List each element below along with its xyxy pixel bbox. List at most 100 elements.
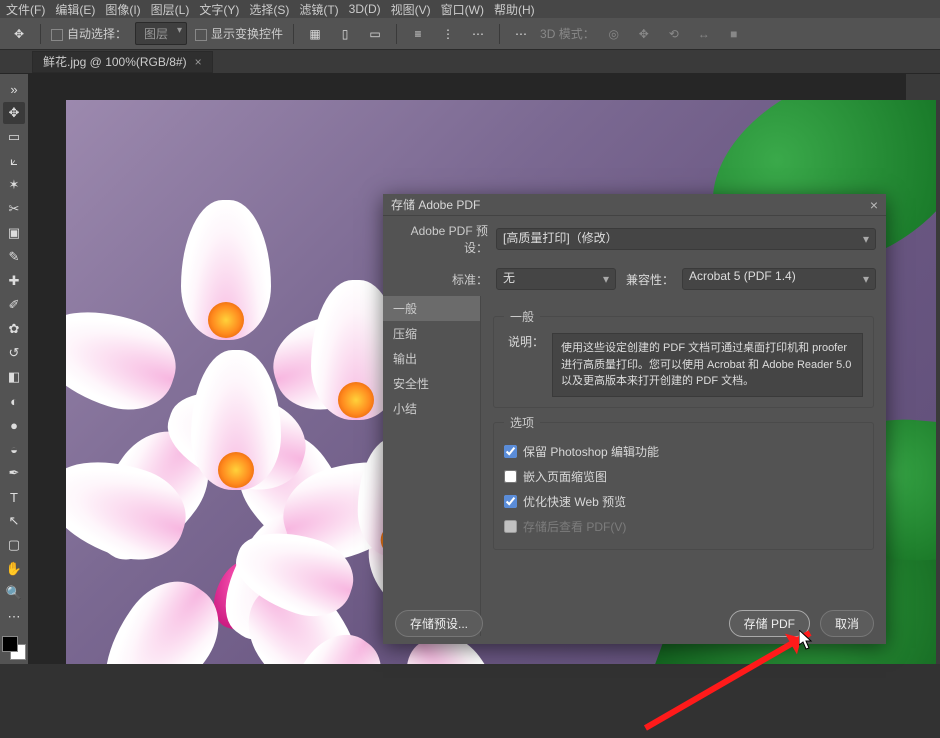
menu-image[interactable]: 图像(I) [105, 1, 140, 18]
sidenav-security[interactable]: 安全性 [383, 371, 480, 396]
dialog-titlebar[interactable]: 存储 Adobe PDF × [383, 194, 886, 216]
menu-layer[interactable]: 图层(L) [151, 1, 190, 18]
standard-select[interactable]: 无 [496, 268, 616, 290]
dialog-sidenav: 一般 压缩 输出 安全性 小结 [383, 296, 481, 636]
preset-select[interactable]: [高质量打印]（修改） [496, 228, 876, 250]
opt-fast-web[interactable]: 优化快速 Web 预览 [504, 489, 863, 514]
tool-gradient-icon[interactable]: ◐ [3, 390, 25, 412]
menu-file[interactable]: 文件(F) [6, 1, 45, 18]
cancel-button[interactable]: 取消 [820, 610, 874, 637]
close-icon[interactable]: × [870, 197, 878, 213]
tool-eyedropper-icon[interactable]: ✎ [3, 246, 25, 268]
compat-select[interactable]: Acrobat 5 (PDF 1.4) [682, 268, 876, 290]
standard-compat-row: 标准： 无 兼容性： Acrobat 5 (PDF 1.4) [383, 262, 886, 296]
foreground-color-swatch[interactable] [2, 636, 18, 652]
standard-label: 标准： [393, 271, 488, 288]
tool-shape-icon[interactable]: ▢ [3, 534, 25, 556]
tool-heal-icon[interactable]: ✚ [3, 270, 25, 292]
save-adobe-pdf-dialog: 存储 Adobe PDF × Adobe PDF 预设： [高质量打印]（修改）… [383, 194, 886, 644]
dialog-title: 存储 Adobe PDF [391, 196, 480, 213]
align-icon[interactable]: ▭ [364, 23, 386, 45]
opt-embed-thumbnails-checkbox[interactable] [504, 470, 517, 483]
show-transform-check[interactable]: 显示变换控件 [195, 25, 283, 42]
tool-crop-icon[interactable]: ✂ [3, 198, 25, 220]
slide-icon[interactable]: ↔ [693, 23, 715, 45]
align-icon[interactable]: ▦ [304, 23, 326, 45]
general-group: 一般 说明： 使用这些设定创建的 PDF 文档可通过桌面打印机和 proofer… [493, 308, 874, 408]
opt-embed-thumbnails-label: 嵌入页面缩览图 [523, 468, 607, 485]
preset-row: Adobe PDF 预设： [高质量打印]（修改） [383, 216, 886, 262]
sidenav-compression[interactable]: 压缩 [383, 321, 480, 346]
auto-select-target[interactable]: 图层 [135, 22, 187, 45]
menu-3d[interactable]: 3D(D) [349, 2, 381, 16]
tool-brush-icon[interactable]: ✐ [3, 294, 25, 316]
save-preset-button[interactable]: 存储预设... [395, 610, 483, 637]
separator [293, 24, 294, 44]
opt-embed-thumbnails[interactable]: 嵌入页面缩览图 [504, 464, 863, 489]
auto-select-label: 自动选择： [67, 27, 127, 41]
menu-filter[interactable]: 滤镜(T) [299, 1, 338, 18]
sidenav-general[interactable]: 一般 [383, 296, 480, 321]
menu-edit[interactable]: 编辑(E) [55, 1, 95, 18]
tool-type-icon[interactable]: T [3, 486, 25, 508]
menubar: 文件(F) 编辑(E) 图像(I) 图层(L) 文字(Y) 选择(S) 滤镜(T… [0, 0, 940, 18]
menu-select[interactable]: 选择(S) [249, 1, 289, 18]
tool-stamp-icon[interactable]: ✿ [3, 318, 25, 340]
camera-icon[interactable]: ■ [723, 23, 745, 45]
tool-editbar-icon[interactable]: ⋯ [3, 606, 25, 628]
tool-blur-icon[interactable]: ● [3, 414, 25, 436]
color-swatches[interactable] [2, 636, 26, 660]
tool-history-icon[interactable]: ↺ [3, 342, 25, 364]
tool-eraser-icon[interactable]: ◧ [3, 366, 25, 388]
menu-window[interactable]: 窗口(W) [441, 1, 484, 18]
description-label: 说明： [504, 333, 544, 397]
menu-help[interactable]: 帮助(H) [494, 1, 535, 18]
mode3d-label: 3D 模式： [540, 25, 595, 42]
preset-label: Adobe PDF 预设： [393, 222, 488, 256]
sidenav-output[interactable]: 输出 [383, 346, 480, 371]
tool-marquee-icon[interactable]: ▭ [3, 126, 25, 148]
show-transform-label: 显示变换控件 [211, 27, 283, 41]
dolly-icon[interactable]: ⟲ [663, 23, 685, 45]
close-tab-icon[interactable]: × [195, 55, 202, 69]
distribute-icon[interactable]: ≡ [407, 23, 429, 45]
mouse-cursor-icon [799, 630, 813, 650]
align-icon[interactable]: ▯ [334, 23, 356, 45]
tool-frame-icon[interactable]: ▣ [3, 222, 25, 244]
menu-type[interactable]: 文字(Y) [199, 1, 239, 18]
general-heading: 一般 [504, 308, 540, 325]
distribute-icon[interactable]: ⋯ [467, 23, 489, 45]
separator [396, 24, 397, 44]
tool-zoom-icon[interactable]: 🔍 [3, 582, 25, 604]
tools-panel: » ✥ ▭ ⟀ ✶ ✂ ▣ ✎ ✚ ✐ ✿ ↺ ◧ ◐ ● ◒ ✒ T ↖ ▢ … [0, 74, 28, 664]
tool-pen-icon[interactable]: ✒ [3, 462, 25, 484]
tool-path-icon[interactable]: ↖ [3, 510, 25, 532]
tool-lasso-icon[interactable]: ⟀ [3, 150, 25, 172]
more-icon[interactable]: ⋯ [510, 23, 532, 45]
tool-quickselect-icon[interactable]: ✶ [3, 174, 25, 196]
opt-preserve-editing-checkbox[interactable] [504, 445, 517, 458]
tool-move-icon[interactable]: ✥ [3, 102, 25, 124]
document-tab[interactable]: 鲜花.jpg @ 100%(RGB/8#) × [32, 51, 213, 73]
opt-preserve-editing[interactable]: 保留 Photoshop 编辑功能 [504, 439, 863, 464]
tool-hand-icon[interactable]: ✋ [3, 558, 25, 580]
description-text: 使用这些设定创建的 PDF 文档可通过桌面打印机和 proofer 进行高质量打… [552, 333, 863, 397]
distribute-icon[interactable]: ⋮ [437, 23, 459, 45]
opt-view-after-save: 存储后查看 PDF(V) [504, 514, 863, 539]
orbit-icon[interactable]: ◎ [603, 23, 625, 45]
pan-icon[interactable]: ✥ [633, 23, 655, 45]
move-tool-icon[interactable]: ✥ [8, 23, 30, 45]
document-tab-label: 鲜花.jpg @ 100%(RGB/8#) [43, 53, 187, 70]
auto-select-check[interactable]: 自动选择： [51, 25, 127, 42]
menu-view[interactable]: 视图(V) [391, 1, 431, 18]
sidenav-summary[interactable]: 小结 [383, 396, 480, 421]
opt-fast-web-checkbox[interactable] [504, 495, 517, 508]
tool-dodge-icon[interactable]: ◒ [3, 438, 25, 460]
dialog-body: 一般 压缩 输出 安全性 小结 一般 说明： 使用这些设定创建的 PDF 文档可… [383, 296, 886, 636]
opt-fast-web-label: 优化快速 Web 预览 [523, 493, 626, 510]
dialog-content: 一般 说明： 使用这些设定创建的 PDF 文档可通过桌面打印机和 proofer… [481, 296, 886, 636]
tool-arrow-icon[interactable]: » [3, 78, 25, 100]
flower [146, 380, 326, 560]
options-heading: 选项 [504, 414, 540, 431]
workspace: » ✥ ▭ ⟀ ✶ ✂ ▣ ✎ ✚ ✐ ✿ ↺ ◧ ◐ ● ◒ ✒ T ↖ ▢ … [0, 74, 940, 664]
